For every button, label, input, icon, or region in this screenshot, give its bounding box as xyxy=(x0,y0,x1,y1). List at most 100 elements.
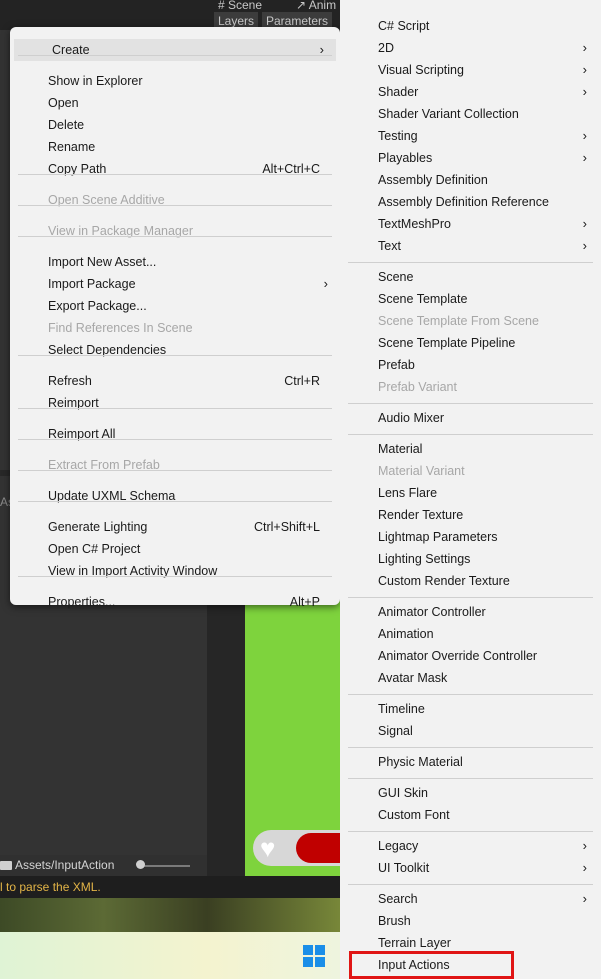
create-menu-item-render-texture[interactable]: Render Texture xyxy=(340,504,601,526)
context-menu: Create › Show in Explorer Open Delete Rename C… xyxy=(10,27,340,609)
create-menu-item-prefab-variant: Prefab Variant xyxy=(340,376,601,398)
create-menu-item-text[interactable]: Text › xyxy=(340,235,601,257)
heart-icon: ♥ xyxy=(260,833,276,863)
context-menu-item-copy-path[interactable]: Copy Path Alt+Ctrl+C xyxy=(10,158,340,180)
chevron-right-icon: › xyxy=(582,62,587,77)
console-status-bar[interactable]: l to parse the XML. xyxy=(0,876,345,898)
menu-item-label: Legacy xyxy=(378,839,419,853)
create-menu-item-animation[interactable]: Animation xyxy=(340,623,601,645)
context-menu-item-show-in-explorer[interactable]: Show in Explorer xyxy=(10,70,340,92)
create-menu-item-custom-render-texture[interactable]: Custom Render Texture xyxy=(340,570,601,592)
menu-separator xyxy=(348,434,593,435)
create-menu-item-assembly-definition[interactable]: Assembly Definition xyxy=(340,169,601,191)
create-menu-item-visual-scripting[interactable]: Visual Scripting › xyxy=(340,59,601,81)
create-menu-item-scene[interactable]: Scene xyxy=(340,266,601,288)
create-menu-item-scene-template-pipeline[interactable]: Scene Template Pipeline xyxy=(340,332,601,354)
menu-separator xyxy=(18,174,332,175)
shortcut-label: Ctrl+Shift+L xyxy=(253,520,320,534)
context-menu-item-create[interactable]: Create › xyxy=(14,39,336,61)
create-menu-item-timeline[interactable]: Timeline xyxy=(340,698,601,720)
create-menu-item-testing[interactable]: Testing › xyxy=(340,125,601,147)
create-menu-item-custom-font[interactable]: Custom Font xyxy=(340,804,601,826)
create-menu-item-c-script[interactable]: C# Script xyxy=(340,15,601,37)
context-menu-item-import-new-asset[interactable]: Import New Asset... xyxy=(10,251,340,273)
create-menu-item-lighting-settings[interactable]: Lighting Settings xyxy=(340,548,601,570)
menu-separator xyxy=(18,470,332,471)
menu-item-label: Audio Mixer xyxy=(378,411,444,425)
chevron-right-icon: › xyxy=(582,238,587,253)
create-menu-item-animator-override-controller[interactable]: Animator Override Controller xyxy=(340,645,601,667)
create-menu-item-prefab[interactable]: Prefab xyxy=(340,354,601,376)
menu-separator xyxy=(18,576,332,577)
context-menu-item-view-in-import-activity-window[interactable]: View in Import Activity Window xyxy=(10,560,340,582)
create-menu-item-playables[interactable]: Playables › xyxy=(340,147,601,169)
create-menu-item-shader-variant-collection[interactable]: Shader Variant Collection xyxy=(340,103,601,125)
menu-item-label: Prefab xyxy=(378,358,415,372)
create-menu-item-lens-flare[interactable]: Lens Flare xyxy=(340,482,601,504)
menu-item-label: Search xyxy=(378,892,418,906)
menu-item-label: Prefab Variant xyxy=(378,380,457,394)
create-menu-item-textmeshpro[interactable]: TextMeshPro › xyxy=(340,213,601,235)
menu-item-label: Shader Variant Collection xyxy=(378,107,519,121)
chevron-right-icon: › xyxy=(319,42,324,57)
create-menu-item-avatar-mask[interactable]: Avatar Mask xyxy=(340,667,601,689)
menu-item-label: Lightmap Parameters xyxy=(378,530,498,544)
context-menu-item-open[interactable]: Open xyxy=(10,92,340,114)
create-menu-item-ui-toolkit[interactable]: UI Toolkit › xyxy=(340,857,601,879)
menu-separator xyxy=(18,408,332,409)
menu-item-label: Delete xyxy=(48,118,85,132)
create-menu-item-shader[interactable]: Shader › xyxy=(340,81,601,103)
zoom-slider-handle[interactable] xyxy=(136,860,145,869)
menu-item-label: Lighting Settings xyxy=(378,552,471,566)
menu-item-label: Lens Flare xyxy=(378,486,438,500)
create-menu-item-2d[interactable]: 2D › xyxy=(340,37,601,59)
context-menu-item-generate-lighting[interactable]: Generate Lighting Ctrl+Shift+L xyxy=(10,516,340,538)
create-menu-item-scene-template[interactable]: Scene Template xyxy=(340,288,601,310)
context-menu-item-delete[interactable]: Delete xyxy=(10,114,340,136)
windows-start-icon[interactable] xyxy=(303,945,325,967)
create-menu-item-audio-mixer[interactable]: Audio Mixer xyxy=(340,407,601,429)
menu-separator xyxy=(348,778,593,779)
context-menu-item-refresh[interactable]: Refresh Ctrl+R xyxy=(10,370,340,392)
tab-animator[interactable]: ↗ Anim xyxy=(296,0,336,12)
create-submenu: C# Script 2D › Visual Scripting › Shader › Shad… xyxy=(340,0,601,979)
menu-item-label: Brush xyxy=(378,914,411,928)
menu-item-label: Playables xyxy=(378,151,433,165)
create-menu-item-search[interactable]: Search › xyxy=(340,888,601,910)
create-menu-item-material[interactable]: Material xyxy=(340,438,601,460)
context-menu-item-update-uxml-schema[interactable]: Update UXML Schema xyxy=(10,485,340,507)
create-menu-item-brush[interactable]: Brush xyxy=(340,910,601,932)
create-menu-item-physic-material[interactable]: Physic Material xyxy=(340,751,601,773)
menu-item-label: C# Script xyxy=(378,19,430,33)
create-menu-item-signal[interactable]: Signal xyxy=(340,720,601,742)
zoom-slider-track[interactable] xyxy=(140,865,190,867)
create-menu-item-gui-skin[interactable]: GUI Skin xyxy=(340,782,601,804)
context-menu-item-view-in-package-manager: View in Package Manager xyxy=(10,220,340,242)
menu-item-label: Timeline xyxy=(378,702,425,716)
context-menu-item-reimport-all[interactable]: Reimport All xyxy=(10,423,340,445)
menu-item-label: Import Package xyxy=(48,277,136,291)
create-menu-item-lightmap-parameters[interactable]: Lightmap Parameters xyxy=(340,526,601,548)
tab-scene[interactable]: # Scene xyxy=(218,0,262,12)
menu-item-label: Signal xyxy=(378,724,413,738)
context-menu-item-rename[interactable]: Rename xyxy=(10,136,340,158)
context-menu-item-import-package[interactable]: Import Package › xyxy=(10,273,340,295)
context-menu-item-reimport[interactable]: Reimport xyxy=(10,392,340,414)
context-menu-item-select-dependencies[interactable]: Select Dependencies xyxy=(10,339,340,361)
menu-separator xyxy=(348,597,593,598)
folder-icon xyxy=(0,861,12,870)
menu-item-label: Material Variant xyxy=(378,464,465,478)
menu-item-label: Scene xyxy=(378,270,414,284)
context-menu-item-open-c-project[interactable]: Open C# Project xyxy=(10,538,340,560)
create-menu-item-legacy[interactable]: Legacy › xyxy=(340,835,601,857)
create-menu-item-assembly-definition-reference[interactable]: Assembly Definition Reference xyxy=(340,191,601,213)
menu-separator xyxy=(348,262,593,263)
context-menu-item-properties[interactable]: Properties... Alt+P xyxy=(10,591,340,613)
menu-item-label: Open xyxy=(48,96,79,110)
context-menu-item-export-package[interactable]: Export Package... xyxy=(10,295,340,317)
create-menu-item-animator-controller[interactable]: Animator Controller xyxy=(340,601,601,623)
context-menu-item-extract-from-prefab: Extract From Prefab xyxy=(10,454,340,476)
shortcut-label: Alt+P xyxy=(289,595,320,609)
menu-item-label: Material xyxy=(378,442,423,456)
menu-item-label: Show in Explorer xyxy=(48,74,143,88)
